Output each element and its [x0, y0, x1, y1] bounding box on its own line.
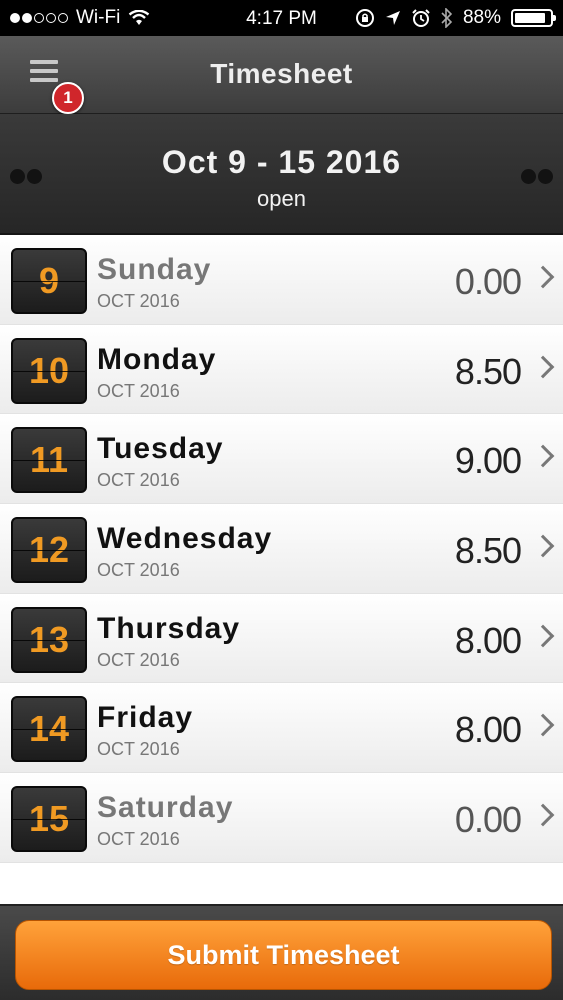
page-title: Timesheet: [210, 58, 353, 89]
status-right: 88%: [355, 0, 556, 36]
day-month: OCT 2016: [97, 291, 180, 311]
day-name: Friday: [97, 701, 194, 735]
day-month: OCT 2016: [97, 739, 180, 760]
day-month: OCT 2016: [97, 380, 180, 401]
chevron-right-icon: [531, 803, 555, 827]
day-hours: 0.00: [454, 799, 522, 841]
week-status: open: [257, 186, 306, 211]
next-week-button[interactable]: [521, 169, 553, 184]
chevron-right-icon: [531, 714, 555, 737]
week-header: Oct 9 - 15 2016 open: [0, 114, 563, 235]
day-month: OCT 2016: [97, 829, 180, 850]
day-name: Monday: [97, 342, 217, 376]
day-row-friday[interactable]: 14 Friday OCT 2016 8.00: [0, 683, 563, 774]
chevron-right-icon: [531, 624, 555, 648]
day-row-thursday[interactable]: 13 Thursday OCT 2016 8.00: [0, 593, 563, 684]
week-range: Oct 9 - 15 2016: [161, 144, 402, 180]
day-row-wednesday[interactable]: 12 Wednesday OCT 2016 8.50: [0, 504, 563, 594]
day-number: 13: [11, 606, 87, 673]
day-name: Tuesday: [97, 432, 224, 466]
day-hours: 8.50: [454, 350, 522, 392]
day-row-saturday[interactable]: 15 Saturday OCT 2016 0.00: [0, 773, 563, 863]
day-month: OCT 2016: [97, 560, 180, 581]
day-name: Sunday: [97, 253, 212, 286]
day-number: 10: [11, 337, 87, 404]
alarm-icon: [412, 9, 430, 27]
day-name: Saturday: [97, 791, 234, 825]
battery-percent: 88%: [462, 7, 501, 28]
day-name: Thursday: [97, 611, 241, 645]
submit-timesheet-button[interactable]: Submit Timesheet: [15, 920, 552, 990]
day-hours: 8.50: [454, 530, 522, 572]
battery-icon: [511, 9, 556, 27]
day-month: OCT 2016: [97, 649, 180, 670]
day-list: 9 Sunday OCT 2016 0.00 10 Monday OCT 201…: [0, 235, 563, 863]
day-number: 11: [11, 427, 87, 494]
day-month: OCT 2016: [97, 470, 180, 491]
day-row-sunday[interactable]: 9 Sunday OCT 2016 0.00: [0, 235, 563, 325]
chevron-right-icon: [531, 534, 555, 558]
bluetooth-icon: [441, 8, 453, 28]
day-hours: 8.00: [454, 709, 522, 751]
location-icon: [385, 11, 400, 25]
day-number: 9: [11, 248, 87, 314]
nav-bar: 1 Timesheet: [0, 36, 563, 114]
day-hours: 9.00: [454, 440, 522, 482]
day-row-tuesday[interactable]: 11 Tuesday OCT 2016 9.00: [0, 414, 563, 505]
day-name: Wednesday: [97, 522, 273, 556]
day-hours: 0.00: [454, 261, 522, 302]
bottom-bar: Submit Timesheet: [0, 904, 563, 1000]
rotation-lock-icon: [355, 9, 374, 27]
day-number: 14: [11, 696, 87, 763]
day-hours: 8.00: [454, 619, 522, 661]
chevron-right-icon: [531, 265, 555, 289]
day-row-monday[interactable]: 10 Monday OCT 2016 8.50: [0, 324, 563, 415]
chevron-right-icon: [531, 355, 555, 379]
day-number: 12: [11, 517, 87, 584]
chevron-right-icon: [531, 445, 555, 468]
status-bar: Wi-Fi 4:17 PM 88%: [0, 0, 563, 36]
day-number: 15: [11, 786, 87, 853]
